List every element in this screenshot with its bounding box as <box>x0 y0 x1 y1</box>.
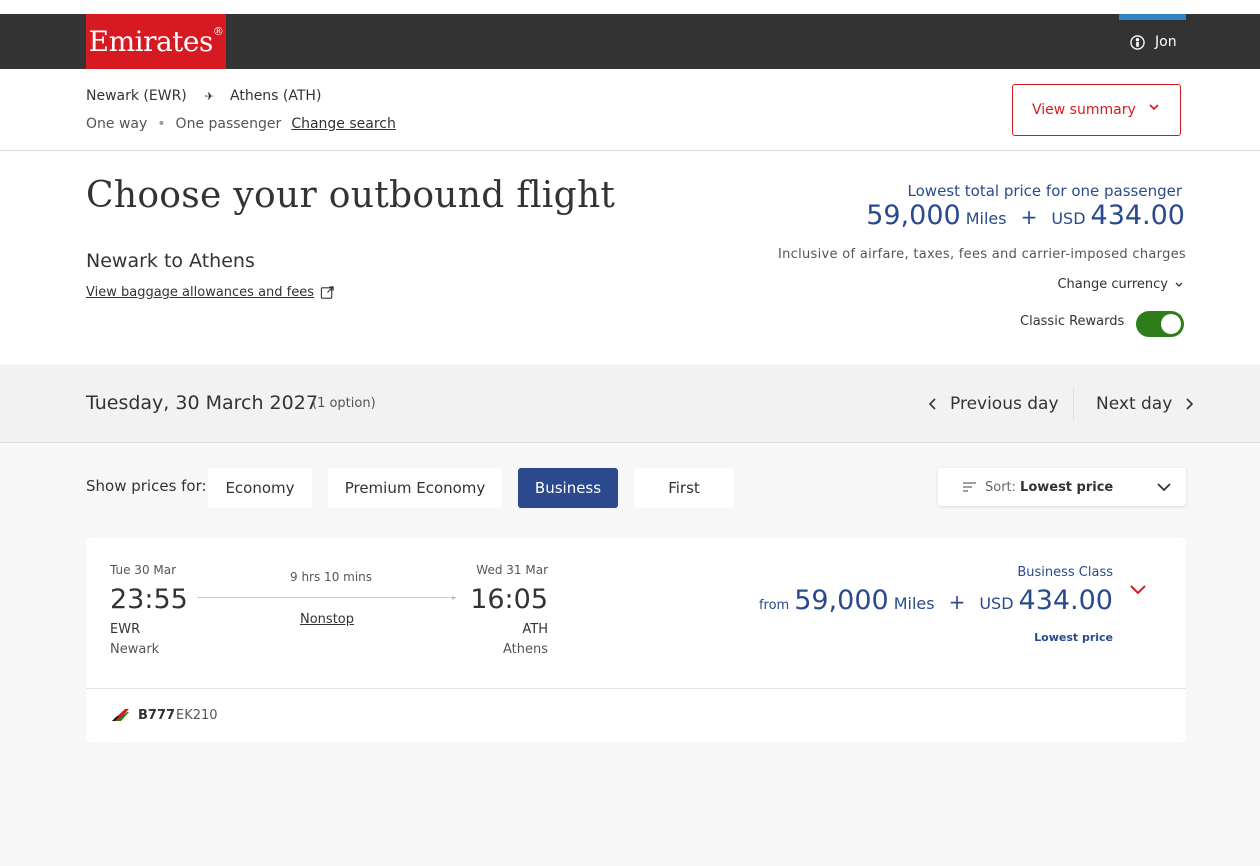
logo-text: Emirates <box>88 25 214 58</box>
date-nav-divider <box>1073 388 1074 420</box>
plane-icon: ✈ <box>204 89 214 103</box>
user-icon <box>1130 34 1145 50</box>
previous-day-label: Previous day <box>950 394 1059 414</box>
price-from-label: from <box>758 598 790 613</box>
user-menu[interactable]: Jon <box>1130 33 1177 51</box>
lowest-total-price: 59,000 Miles + USD 434.00 <box>866 200 1185 231</box>
classic-rewards-label: Classic Rewards <box>1020 314 1125 329</box>
flight-card-divider <box>86 688 1186 689</box>
next-day-label: Next day <box>1096 394 1173 414</box>
separator-dot: • <box>157 116 166 132</box>
external-link-icon <box>320 286 334 299</box>
sort-icon <box>963 482 976 492</box>
chevron-down-icon <box>1149 104 1159 111</box>
baggage-link[interactable]: View baggage allowances and fees <box>86 285 335 300</box>
cabin-premium-economy-button[interactable]: Premium Economy <box>328 468 502 508</box>
lowest-price-label: Lowest total price for one passenger <box>907 182 1182 200</box>
chevron-right-icon <box>1186 398 1194 410</box>
arrival-airport-code: ATH <box>522 622 548 637</box>
trip-type: One way <box>86 116 148 132</box>
chevron-down-icon <box>1175 282 1183 287</box>
top-strip <box>0 0 1260 14</box>
arrival-city: Athens <box>502 642 548 657</box>
route-line-end-icon: ▸ <box>452 593 457 602</box>
flight-price[interactable]: from 59,000 Miles + USD 434.00 <box>759 585 1113 616</box>
cabin-economy-button[interactable]: Economy <box>208 468 312 508</box>
departure-date: Tue 30 Mar <box>110 563 177 577</box>
sort-key-label: Sort: <box>985 479 1017 495</box>
chevron-down-icon <box>1157 483 1171 492</box>
price-miles-unit: Miles <box>965 209 1007 228</box>
emirates-logo[interactable]: Emirates ® <box>86 14 226 69</box>
flight-route-line <box>197 597 456 598</box>
stops-link[interactable]: Nonstop <box>300 612 354 627</box>
logo-registered-mark: ® <box>212 25 224 38</box>
price-miles: 59,000 <box>866 200 961 231</box>
departure-time: 23:55 <box>110 584 188 615</box>
previous-day-button[interactable]: Previous day <box>928 394 1059 414</box>
view-summary-label: View summary <box>1032 102 1136 118</box>
flight-price-amount: 434.00 <box>1018 585 1113 616</box>
lowest-price-badge: Lowest price <box>1034 631 1113 644</box>
change-currency-dropdown[interactable]: Change currency <box>1057 277 1184 292</box>
flight-price-miles-unit: Miles <box>893 594 935 613</box>
header-accent-tab <box>1119 14 1186 20</box>
cabin-first-button[interactable]: First <box>634 468 734 508</box>
cabin-business-button[interactable]: Business <box>518 468 618 508</box>
chevron-left-icon <box>928 398 936 410</box>
sort-value: Lowest price <box>1020 479 1114 495</box>
toggle-knob <box>1161 314 1181 334</box>
arrival-time: 16:05 <box>470 584 548 615</box>
aircraft-type: B777 <box>138 708 176 723</box>
flight-price-currency: USD <box>979 594 1014 613</box>
page-title: Choose your outbound flight <box>86 175 616 216</box>
departure-city: Newark <box>110 642 160 657</box>
classic-rewards-toggle[interactable] <box>1136 311 1184 337</box>
change-currency-label: Change currency <box>1057 277 1168 292</box>
route-subtitle: Newark to Athens <box>86 250 255 272</box>
baggage-link-label: View baggage allowances and fees <box>86 285 315 300</box>
view-summary-button[interactable]: View summary <box>1012 84 1181 136</box>
departure-airport-code: EWR <box>110 622 141 637</box>
selected-date: Tuesday, 30 March 2027 <box>86 392 318 414</box>
options-count: (1 option) <box>312 396 376 411</box>
user-name: Jon <box>1155 34 1177 50</box>
flight-price-plus: + <box>948 590 966 614</box>
passenger-count: One passenger <box>175 116 282 132</box>
sort-dropdown[interactable]: Sort: Lowest price <box>938 468 1186 506</box>
route-origin: Newark (EWR) <box>86 88 187 104</box>
price-inclusive-note: Inclusive of airfare, taxes, fees and ca… <box>777 247 1186 262</box>
price-plus: + <box>1020 205 1038 229</box>
flight-price-miles: 59,000 <box>794 585 889 616</box>
trip-details: One way • One passenger Change search <box>86 116 396 132</box>
emirates-tail-icon <box>112 709 129 721</box>
price-currency: USD <box>1051 209 1086 228</box>
price-amount: 434.00 <box>1090 200 1185 231</box>
route-destination: Athens (ATH) <box>230 88 322 104</box>
next-day-button[interactable]: Next day <box>1096 394 1194 414</box>
expand-chevron-icon[interactable] <box>1129 583 1147 597</box>
route-summary: Newark (EWR) ✈ Athens (ATH) <box>86 88 321 104</box>
flight-number: EK210 <box>176 708 218 723</box>
change-search-link[interactable]: Change search <box>291 116 396 132</box>
flight-duration: 9 hrs 10 mins <box>290 570 373 584</box>
show-prices-label: Show prices for: <box>86 477 207 495</box>
cabin-class-label: Business Class <box>1017 565 1113 580</box>
arrival-date: Wed 31 Mar <box>476 563 548 577</box>
